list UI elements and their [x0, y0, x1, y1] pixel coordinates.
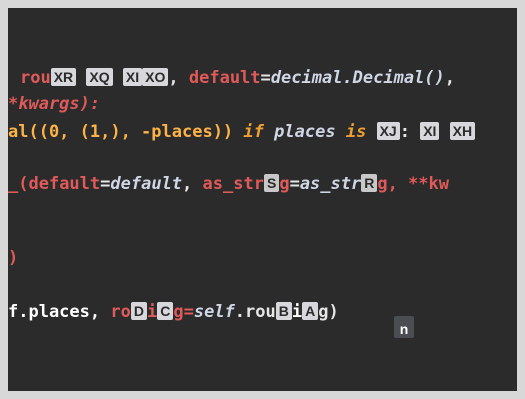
jump-hint-b[interactable]: B	[275, 302, 292, 320]
code-token: places	[274, 122, 336, 142]
code-line-4: _(default=default, as_str Sg=as_str Rg, **…	[8, 173, 449, 195]
code-token: =	[100, 174, 111, 194]
jump-hint-xq[interactable]: XQ	[86, 68, 113, 86]
code-token: =	[260, 68, 271, 88]
jump-hint-xj[interactable]: XJ	[376, 122, 400, 140]
code-token: ,	[168, 68, 179, 88]
code-token: as_str	[202, 174, 264, 194]
code-line-1: rou XR XQ XI XO, default=decimal.Decimal()…	[20, 67, 455, 89]
jump-hint-xh[interactable]: XH	[449, 122, 476, 140]
code-token: g=	[173, 302, 194, 322]
code-token: as_str	[299, 174, 362, 194]
jump-hint-xo[interactable]: XO	[142, 68, 169, 86]
code-token: default	[28, 174, 101, 194]
code-token: g	[279, 174, 290, 194]
code-token: default	[188, 68, 261, 88]
code-token: _(	[8, 174, 29, 194]
caret-jump-hint[interactable]: n	[394, 316, 414, 338]
code-token: al((0, (1,), -places))	[8, 122, 234, 142]
code-token: g, **kw	[377, 174, 450, 194]
code-token: decimal.Decimal()	[270, 68, 445, 88]
code-token: )	[8, 248, 19, 268]
code-token: is	[345, 122, 367, 142]
jump-hint-r[interactable]: R	[361, 174, 378, 192]
jump-hint-a[interactable]: A	[302, 302, 319, 320]
jump-hint-s[interactable]: S	[263, 174, 280, 192]
code-line-3: al((0, (1,), -places)) if places is XJ: …	[8, 121, 476, 143]
code-line-5: )	[8, 247, 18, 269]
jump-hint-xi-2[interactable]: XI	[420, 122, 440, 140]
code-token: rou	[20, 68, 51, 88]
code-token: :	[399, 122, 410, 142]
code-token: *kwargs):	[8, 94, 101, 114]
code-line-2: *kwargs):	[8, 93, 100, 115]
code-token: g)	[318, 302, 339, 322]
jump-hint-c[interactable]: C	[157, 302, 174, 320]
code-token: if	[243, 122, 264, 142]
code-token: self	[193, 302, 235, 322]
code-token: ,	[444, 68, 456, 88]
code-token: =	[289, 174, 300, 194]
code-token: f.places,	[8, 302, 101, 322]
jump-hint-xr[interactable]: XR	[50, 68, 77, 86]
jump-hint-xi[interactable]: XI	[122, 68, 143, 86]
code-token: default	[110, 174, 183, 194]
code-token: ,	[182, 174, 193, 194]
code-line-6: f.places, ro Di Cg=self.rou Bi Ag)	[8, 302, 339, 322]
jump-hint-d[interactable]: D	[130, 302, 147, 320]
code-editor[interactable]: rou XR XQ XI XO, default=decimal.Decimal()…	[8, 8, 517, 391]
code-token: .rou	[234, 302, 276, 322]
code-token: ro	[110, 302, 131, 322]
